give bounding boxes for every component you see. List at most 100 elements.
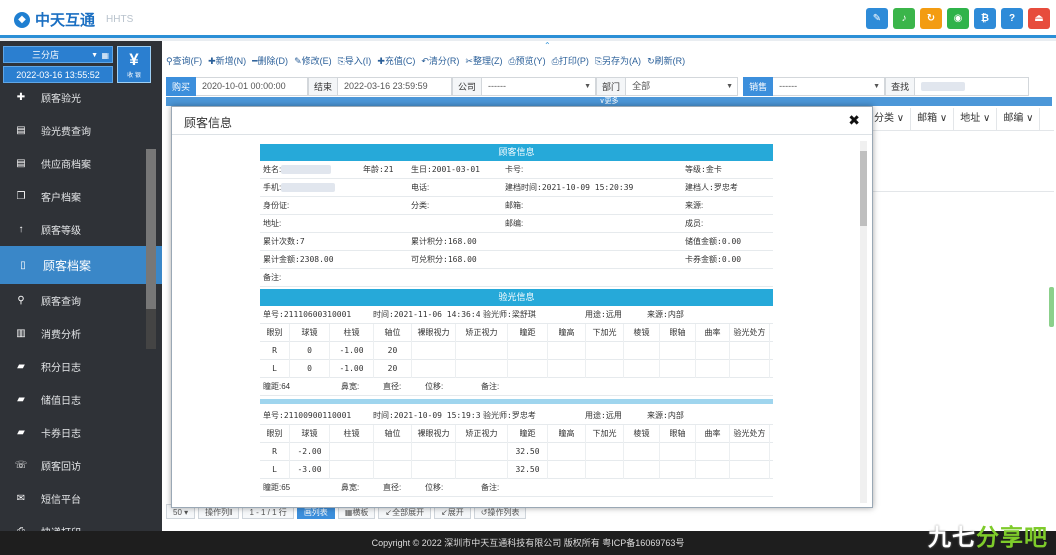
record-time: 时间:2021-10-09 15:19:31	[373, 411, 480, 420]
menu-item-icon: ⚲	[17, 295, 25, 306]
column-header[interactable]: 邮箱 ∨	[911, 108, 955, 130]
toolbar-button[interactable]: ✚充值(C)	[377, 54, 415, 67]
column-header[interactable]: 地址 ∨	[954, 108, 998, 130]
page-scrollbar[interactable]	[1049, 287, 1054, 327]
info-row: 姓名: 年龄:21 生日:2001-03-01 卡号: 等级:金卡	[260, 161, 773, 179]
sidebar-item[interactable]: ▰ 积分日志	[0, 350, 162, 383]
menu-item-icon: ❐	[16, 191, 26, 202]
bitcoin-icon[interactable]: ₿	[974, 8, 996, 29]
grid-body	[868, 130, 1054, 192]
optic-column-header: 下加光	[586, 324, 624, 342]
more-filters-toggle[interactable]: ∨更多	[166, 97, 1052, 106]
company-select[interactable]: ------ ▼	[482, 77, 597, 96]
optic-row: L -3.00 32.50	[260, 461, 773, 479]
toolbar-button[interactable]: ⎙打印(P)	[552, 54, 589, 67]
dialog-title: 顾客信息	[184, 116, 233, 130]
column-header[interactable]: 邮编 ∨	[997, 108, 1041, 130]
department-value: 全部	[632, 81, 651, 91]
toolbar-button[interactable]: ⚲查询(F)	[166, 54, 202, 67]
toolbar-button[interactable]: ↻刷新(R)	[647, 54, 685, 67]
menu-item-icon: ▥	[16, 328, 26, 339]
optic-row: R -2.00 32.50	[260, 443, 773, 461]
help-icon[interactable]: ?	[1001, 8, 1023, 29]
creator-field: 建档人:罗忠考	[685, 183, 738, 192]
close-icon[interactable]: ✖	[848, 112, 860, 129]
optic-column-header: 裸眼视力	[412, 324, 456, 342]
logout-icon[interactable]: ⏏	[1028, 8, 1050, 29]
sidebar-item[interactable]: ⚲ 顾客查询	[0, 284, 162, 317]
app-logo: ◆ 中天互通 HHTS	[14, 9, 133, 30]
record-nose: 鼻宽:	[341, 382, 360, 391]
end-date-input[interactable]: 2022-03-16 23:59:59	[338, 77, 453, 96]
remark-field: 备注:	[263, 273, 282, 282]
sidebar-menu: ✚ 顾客验光 ▤ 验光费查询 ▤ 供应商档案 ❐ 客户档案 ↑ 顾客等级 ▯ 顾客档案 ⚲ 顾客查询 ▥ 消费…	[0, 81, 162, 531]
logo-icon: ◆	[14, 11, 30, 28]
sidebar-item[interactable]: ↑ 顾客等级	[0, 213, 162, 246]
name-label: 姓名:	[263, 165, 282, 174]
toolbar-button[interactable]: ⎙预览(Y)	[508, 54, 545, 67]
wechat-icon[interactable]: ◉	[947, 8, 969, 29]
menu-item-icon: ▤	[16, 125, 26, 136]
optic-column-header: 眼别	[260, 425, 290, 443]
collapse-up-icon[interactable]: ⌃	[544, 41, 551, 50]
sidebar-scroll-thumb[interactable]	[146, 149, 156, 309]
redacted-name	[281, 165, 332, 175]
optic-cell	[660, 461, 696, 479]
address-field: 地址:	[263, 219, 282, 228]
optic-cell	[412, 443, 456, 461]
optic-cell	[412, 342, 456, 360]
optic-header-row: 眼别 球镜 柱镜 轴位 裸眼视力 矫正视力 瞳距 瞳高 下加光 棱镜 眼轴 曲率 验光处方	[260, 324, 773, 342]
sidebar-scrollbar[interactable]	[146, 149, 156, 349]
find-input[interactable]	[915, 77, 1030, 96]
sales-select[interactable]: ------ ▼	[773, 77, 886, 96]
record-separator	[260, 399, 773, 404]
sidebar-item[interactable]: ⎙快递打印	[0, 515, 162, 531]
toolbar-button[interactable]: ✎修改(E)	[294, 54, 332, 67]
store-name: 三分店	[32, 50, 60, 60]
sidebar-item[interactable]: ▰ 储值日志	[0, 383, 162, 416]
sidebar-item[interactable]: ❐ 客户档案	[0, 180, 162, 213]
department-select[interactable]: 全部 ▼	[626, 77, 739, 96]
sidebar-item[interactable]: ▥ 消费分析	[0, 317, 162, 350]
dialog-header: 顾客信息 ✖	[172, 107, 872, 135]
sidebar-item[interactable]: ▯ 顾客档案	[0, 246, 162, 284]
record-header: 单号:21100900110001 时间:2021-10-09 15:19:31 验…	[260, 407, 773, 425]
idcard-field: 身份证:	[263, 201, 290, 210]
optic-cell	[660, 342, 696, 360]
toolbar-button[interactable]: ✂整理(Z)	[465, 54, 502, 67]
sidebar-item[interactable]: ✚ 顾客验光	[0, 81, 162, 114]
toolbar-button[interactable]: ━删除(D)	[252, 54, 288, 67]
customer-sheet: 顾客信息 姓名: 年龄:21 生日:2001-03-01 卡号: 等级:金卡 手…	[260, 144, 773, 497]
dialog-scroll-thumb[interactable]	[860, 151, 867, 226]
sidebar-item-label: 顾客查询	[41, 297, 81, 308]
store-selector[interactable]: 三分店 ▼ ▦	[3, 46, 113, 63]
buy-from-input[interactable]: 2020-10-01 00:00:00	[196, 77, 309, 96]
member-field: 成员:	[685, 219, 704, 228]
phone-field: 手机:	[260, 179, 408, 197]
chevron-down-icon: ▼	[873, 83, 881, 90]
edit-icon[interactable]: ✎	[866, 8, 888, 29]
record-pd: 瞳距:64	[263, 382, 291, 391]
sidebar-item[interactable]: ▰ 卡券日志	[0, 416, 162, 449]
tel-field: 电话:	[411, 183, 430, 192]
dialog-scrollbar[interactable]	[860, 141, 867, 503]
sidebar: 三分店 ▼ ▦ 2022-03-16 13:55:52 ¥ 收 银 ✚ 顾客验光 ▤…	[0, 41, 162, 531]
bell-icon[interactable]: ♪	[893, 8, 915, 29]
points-field: 累计积分:168.00	[411, 237, 477, 246]
refresh-icon[interactable]: ↻	[920, 8, 942, 29]
toolbar-button[interactable]: ✚新增(N)	[208, 54, 246, 67]
sidebar-item-label: 消费分析	[41, 330, 81, 341]
sidebar-item[interactable]: ▤ 供应商档案	[0, 147, 162, 180]
record-source: 来源:内部	[647, 310, 684, 319]
sidebar-item[interactable]: ✉ 短信平台	[0, 482, 162, 515]
cashier-button[interactable]: ¥ 收 银	[117, 46, 151, 83]
column-header[interactable]: 分类 ∨	[868, 108, 912, 130]
optic-column-header: 眼别	[260, 324, 290, 342]
sidebar-item[interactable]: ☏ 顾客回访	[0, 449, 162, 482]
toolbar-button[interactable]: ↶清分(R)	[421, 54, 459, 67]
record-header: 单号:21110600310001 时间:2021-11-06 14:36:45 验…	[260, 306, 773, 324]
sidebar-item[interactable]: ▤ 验光费查询	[0, 114, 162, 147]
toolbar-button[interactable]: ⎘导入(I)	[338, 54, 372, 67]
optic-cell	[696, 443, 730, 461]
toolbar-button[interactable]: ⎘另存为(A)	[595, 54, 641, 67]
